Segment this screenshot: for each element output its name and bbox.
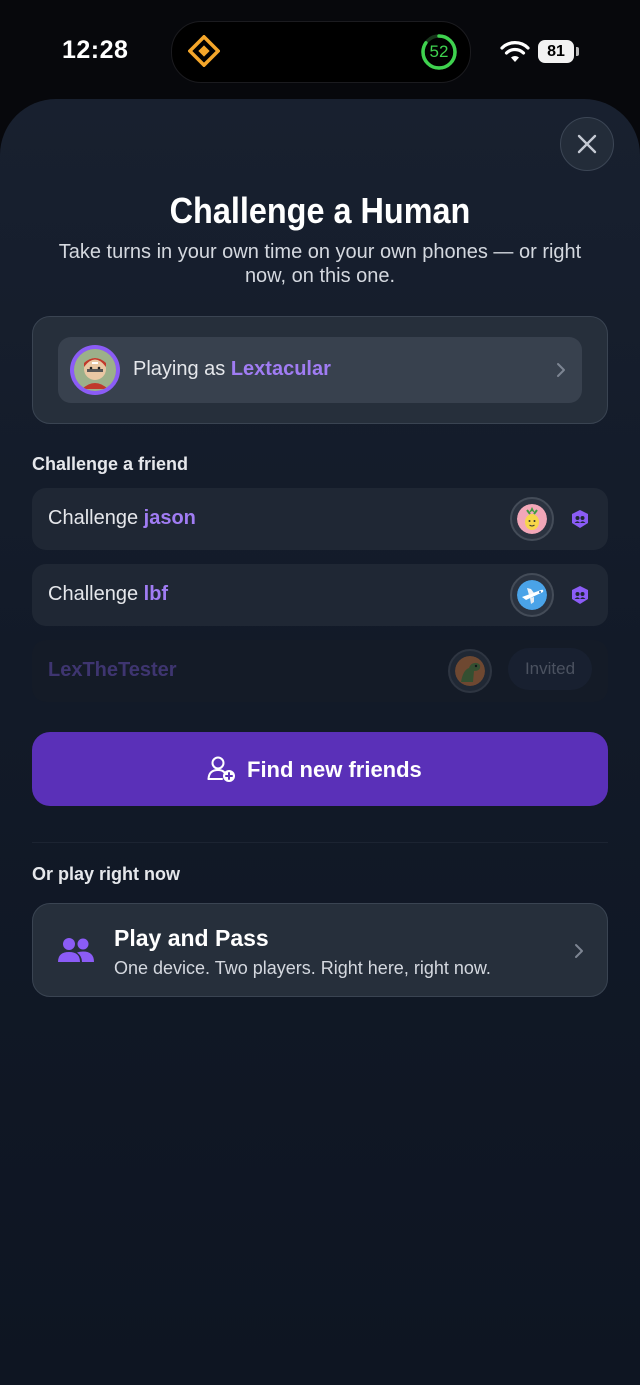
two-players-icon bbox=[58, 938, 94, 962]
friend-row-label: Challenge jason bbox=[48, 507, 196, 530]
football-player-avatar-icon bbox=[74, 349, 116, 391]
playing-as-row[interactable]: Playing as Lextacular bbox=[58, 337, 582, 403]
friend-badge-icon bbox=[572, 586, 588, 604]
friend-row-label: Challenge lbf bbox=[48, 583, 168, 606]
play-and-pass-card[interactable]: Play and Pass One device. Two players. R… bbox=[32, 903, 608, 997]
player-avatar bbox=[70, 345, 120, 395]
page-title: Challenge a Human bbox=[169, 190, 471, 231]
pineapple-avatar-icon bbox=[517, 504, 547, 534]
section-divider bbox=[32, 842, 608, 843]
friend-name: jason bbox=[143, 507, 196, 529]
friend-row-lbf[interactable]: Challenge lbf bbox=[32, 564, 608, 626]
dinosaur-avatar-icon bbox=[455, 656, 485, 686]
friend-avatar bbox=[510, 497, 554, 541]
friend-avatar bbox=[448, 649, 492, 693]
chevron-right-icon bbox=[557, 363, 565, 377]
playing-as-text: Playing as Lextacular bbox=[133, 358, 331, 381]
challenge-prefix: Challenge bbox=[48, 507, 139, 529]
playing-as-prefix: Playing as bbox=[133, 358, 226, 380]
friend-name: LexTheTester bbox=[48, 659, 177, 681]
friend-row-jason[interactable]: Challenge jason bbox=[32, 488, 608, 550]
page-subtitle: Take turns in your own time on your own … bbox=[58, 241, 582, 287]
battery-indicator: 81 bbox=[538, 40, 574, 63]
close-icon bbox=[577, 134, 597, 154]
find-new-friends-button[interactable]: Find new friends bbox=[32, 732, 608, 806]
friend-badge-icon bbox=[572, 510, 588, 528]
friend-name: lbf bbox=[143, 583, 169, 605]
status-bar: 12:28 52 81 bbox=[0, 0, 640, 100]
activity-ring-value: 52 bbox=[429, 42, 449, 61]
play-and-pass-title: Play and Pass bbox=[114, 925, 269, 951]
friend-row-lexthetester: LexTheTester Invited bbox=[32, 640, 608, 702]
friend-avatar bbox=[510, 573, 554, 617]
invited-status-badge: Invited bbox=[508, 648, 592, 690]
dynamic-island: 52 bbox=[171, 21, 471, 83]
find-new-friends-label: Find new friends bbox=[247, 757, 422, 782]
play-now-heading: Or play right now bbox=[32, 864, 181, 884]
playing-as-card: Playing as Lextacular bbox=[32, 316, 608, 424]
wifi-icon bbox=[500, 41, 530, 62]
close-button[interactable] bbox=[560, 117, 614, 171]
app-diamond-logo-icon bbox=[188, 35, 220, 67]
challenge-prefix: Challenge bbox=[48, 583, 139, 605]
add-person-icon bbox=[207, 756, 235, 782]
battery-tip bbox=[576, 47, 579, 56]
chevron-right-icon bbox=[575, 944, 583, 958]
activity-ring: 52 bbox=[420, 33, 458, 71]
status-time: 12:28 bbox=[62, 36, 129, 64]
airplane-avatar-icon bbox=[517, 580, 547, 610]
play-and-pass-description: One device. Two players. Right here, rig… bbox=[114, 958, 491, 978]
challenge-friend-heading: Challenge a friend bbox=[32, 454, 189, 474]
player-username: Lextacular bbox=[230, 358, 331, 380]
